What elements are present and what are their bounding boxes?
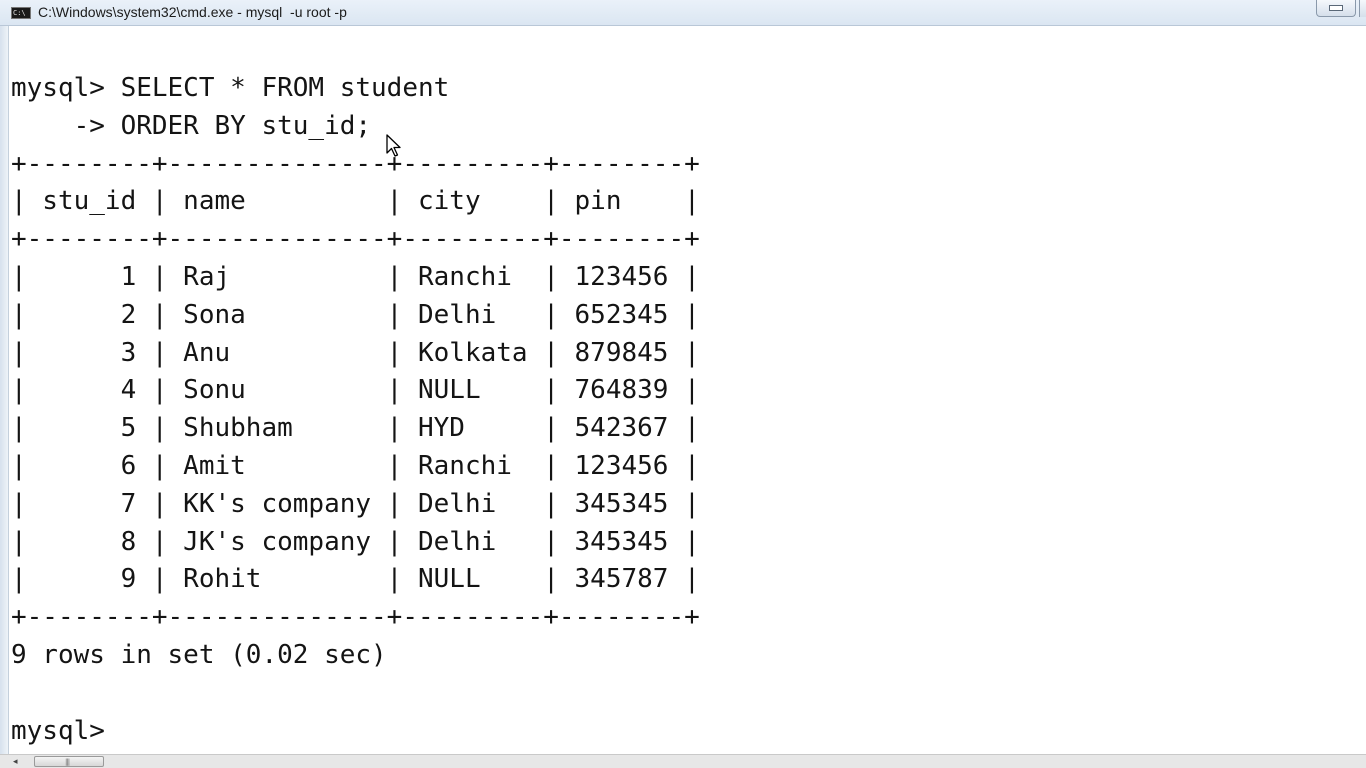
table-row: | 2 | Sona | Delhi | 652345 | <box>11 299 700 330</box>
table-border-top: +--------+--------------+---------+-----… <box>11 148 700 179</box>
table-border-mid: +--------+--------------+---------+-----… <box>11 224 700 255</box>
table-row: | 9 | Rohit | NULL | 345787 | <box>11 564 700 595</box>
mouse-pointer-icon <box>386 134 401 157</box>
prompt-text: mysql> <box>11 715 121 746</box>
scrollbar-grip-icon: ||| <box>65 758 70 766</box>
window-titlebar[interactable]: C:\ C:\Windows\system32\cmd.exe - mysql … <box>0 0 1366 26</box>
close-button-edge[interactable] <box>1359 0 1366 17</box>
table-row: | 3 | Anu | Kolkata | 879845 | <box>11 337 700 368</box>
table-row: | 6 | Amit | Ranchi | 123456 | <box>11 450 700 481</box>
query-line-1: mysql> SELECT * FROM student <box>11 73 450 103</box>
scrollbar-thumb[interactable]: ||| <box>34 756 104 767</box>
table-row: | 4 | Sonu | NULL | 764839 | <box>11 375 700 406</box>
table-row: | 7 | KK's company | Delhi | 345345 | <box>11 488 700 519</box>
cmd-app-icon[interactable]: C:\ <box>11 7 31 19</box>
scroll-left-arrow-icon[interactable]: ◂ <box>13 757 18 767</box>
window-title: C:\Windows\system32\cmd.exe - mysql -u r… <box>38 4 347 20</box>
active-prompt[interactable]: mysql> <box>11 716 123 746</box>
result-summary: 9 rows in set (0.02 sec) <box>11 639 387 670</box>
table-row: | 8 | JK's company | Delhi | 345345 | <box>11 526 700 557</box>
query-line-2: -> ORDER BY stu_id; <box>11 110 372 141</box>
table-row: | 5 | Shubham | HYD | 542367 | <box>11 413 700 444</box>
window-left-border <box>0 26 9 754</box>
console-output[interactable]: mysql> SELECT * FROM student -> ORDER BY… <box>11 70 700 754</box>
minimize-button[interactable] <box>1316 0 1356 17</box>
minimize-icon <box>1329 5 1343 11</box>
table-row: | 1 | Raj | Ranchi | 123456 | <box>11 261 700 292</box>
horizontal-scrollbar[interactable]: ◂ ||| <box>0 754 1366 768</box>
table-header-row: | stu_id | name | city | pin | <box>11 186 700 217</box>
table-border-bottom: +--------+--------------+---------+-----… <box>11 602 700 633</box>
